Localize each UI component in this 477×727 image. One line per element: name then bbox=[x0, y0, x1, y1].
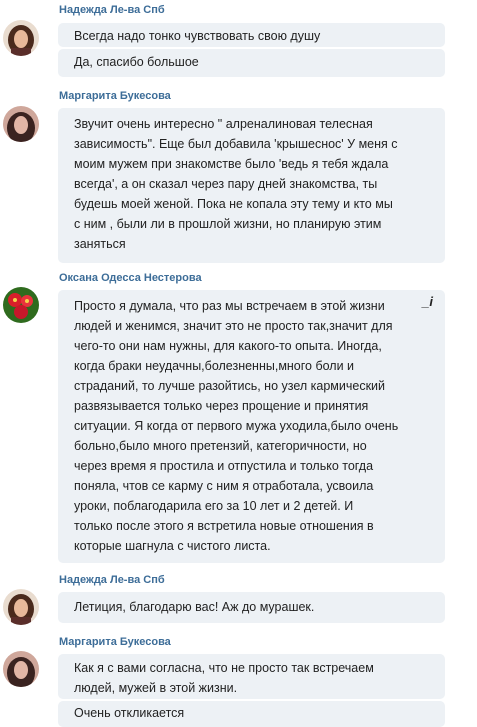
message-text: только после этого я встретила новые отн… bbox=[74, 519, 374, 533]
message-text: когда браки неудачны,болезненны,много бо… bbox=[74, 359, 355, 373]
message-text: чего-то они нам нужны, для какого-то опы… bbox=[74, 339, 382, 353]
avatar-margarita[interactable] bbox=[3, 106, 39, 142]
message-text: ситуации. Я когда от первого мужа уходил… bbox=[74, 419, 399, 433]
message-text: Очень откликается bbox=[74, 706, 185, 720]
message-bubble: Летиция, благодарю вас! Аж до мурашек. bbox=[58, 592, 445, 623]
message-text: больно,было много претензий, категорично… bbox=[74, 439, 367, 453]
author-name[interactable]: Маргарита Букесова bbox=[59, 636, 171, 648]
message-text: будешь моей женой. Пока не копала эту те… bbox=[74, 197, 393, 211]
author-name[interactable]: Надежда Ле-ва Спб bbox=[59, 4, 165, 16]
message-text: моим мужем при знакомстве было 'ведь я т… bbox=[74, 157, 389, 171]
message-text: Просто я думала, что раз мы встречаем в … bbox=[74, 299, 385, 313]
message-bubble: Как я с вами согласна, что не просто так… bbox=[58, 654, 445, 699]
avatar-margarita[interactable] bbox=[3, 651, 39, 687]
message-bubble: Да, спасибо большое bbox=[58, 49, 445, 77]
message-text: развязывается только через прощение и пр… bbox=[74, 399, 369, 413]
message-bubble: Очень откликается bbox=[58, 701, 445, 727]
message-text: через время я простила и отпустила и тол… bbox=[74, 459, 374, 473]
author-name[interactable]: Надежда Ле-ва Спб bbox=[59, 574, 165, 586]
message-text: Как я с вами согласна, что не просто так… bbox=[74, 661, 374, 675]
message-text: Всегда надо тонко чувствовать свою душу bbox=[74, 29, 321, 43]
author-name[interactable]: Оксана Одесса Нестерова bbox=[59, 272, 202, 284]
avatar-oksana[interactable] bbox=[3, 287, 39, 323]
message-text: которые шагнула с чистого листа. bbox=[74, 539, 271, 553]
avatar-nadezhda[interactable] bbox=[3, 20, 39, 56]
message-bubble: Всегда надо тонко чувствовать свою душу bbox=[58, 23, 445, 47]
message-text: Да, спасибо большое bbox=[74, 55, 199, 69]
message-text: с ним , были ли в прошлой жизни, но план… bbox=[74, 217, 382, 231]
message-text: зависимость". Еще был добавила 'крышесно… bbox=[74, 137, 398, 151]
author-name[interactable]: Маргарита Букесова bbox=[59, 90, 171, 102]
edit-icon[interactable]: _i bbox=[422, 294, 433, 309]
message-text: людей, мужей в этой жизни. bbox=[74, 681, 238, 695]
message-text: заняться bbox=[74, 237, 126, 251]
message-text: людей и женимся, значит это не просто та… bbox=[74, 319, 393, 333]
avatar-nadezhda[interactable] bbox=[3, 589, 39, 625]
message-text: Звучит очень интересно " алреналиновая т… bbox=[74, 117, 373, 131]
message-text: всегда', а он сказал через пару дней зна… bbox=[74, 177, 378, 191]
message-text: Летиция, благодарю вас! Аж до мурашек. bbox=[74, 600, 315, 614]
message-text: поняла, чтов се карму с ним я отработала… bbox=[74, 479, 374, 493]
message-text: страданий, то лучше разойтись, но узел к… bbox=[74, 379, 386, 393]
message-bubble: Звучит очень интересно " алреналиновая т… bbox=[58, 108, 445, 263]
message-text: уроки, поблагодарила его за 10 лет и 2 д… bbox=[74, 499, 354, 513]
message-bubble: _i Просто я думала, что раз мы встречаем… bbox=[58, 290, 445, 563]
